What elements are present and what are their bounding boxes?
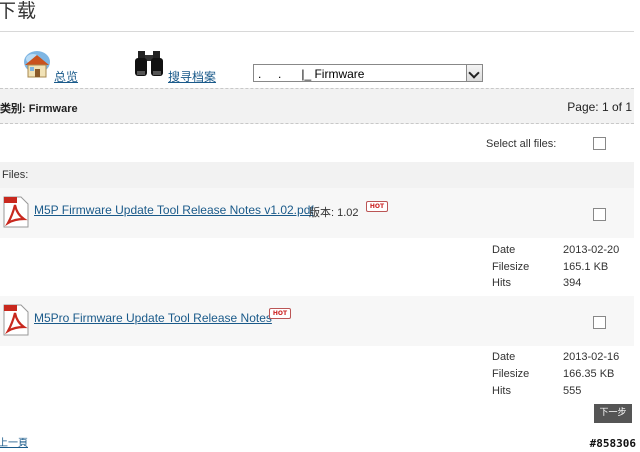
home-icon[interactable] xyxy=(19,48,53,80)
date-value: 2013-02-20 xyxy=(563,244,620,256)
file-link[interactable]: M5P Firmware Update Tool Release Notes v… xyxy=(34,203,314,217)
page-title: 下载 xyxy=(0,0,38,22)
page-indicator: Page: 1 of 1 xyxy=(567,100,632,114)
file-version: 版本: 1.02 xyxy=(309,207,359,219)
title-divider xyxy=(0,31,634,32)
filesize-label: Filesize xyxy=(492,261,530,273)
binoculars-icon[interactable] xyxy=(133,49,165,79)
pdf-icon xyxy=(3,304,29,336)
prev-page-link[interactable]: 上一頁 xyxy=(0,434,28,449)
hot-badge: HOT xyxy=(366,201,388,212)
filesize-value: 165.1 KB xyxy=(563,261,609,273)
files-header-bar xyxy=(0,162,634,188)
pdf-icon xyxy=(3,196,29,228)
select-all-checkbox[interactable] xyxy=(593,137,606,150)
hits-label: Hits xyxy=(492,385,511,397)
select-all-label: Select all files: xyxy=(486,138,557,150)
category-select[interactable]: . . |_ Firmware xyxy=(253,64,483,82)
hits-value: 555 xyxy=(563,385,582,397)
category-divider xyxy=(0,123,634,124)
chevron-down-icon[interactable] xyxy=(466,65,482,81)
hits-value: 394 xyxy=(563,277,582,289)
hot-badge: HOT xyxy=(269,308,291,319)
watermark: #858306 xyxy=(589,437,636,450)
date-label: Date xyxy=(492,244,516,256)
file-checkbox[interactable] xyxy=(593,208,606,221)
category-label: 类别: Firmware xyxy=(0,103,78,115)
search-files-link[interactable]: 搜寻档案 xyxy=(168,68,216,85)
files-header: Files: xyxy=(2,169,29,181)
file-checkbox[interactable] xyxy=(593,316,606,329)
category-select-value: . . |_ Firmware xyxy=(258,67,365,81)
hits-label: Hits xyxy=(492,277,511,289)
file-link[interactable]: M5Pro Firmware Update Tool Release Notes xyxy=(34,311,272,325)
date-value: 2013-02-16 xyxy=(563,351,620,363)
date-label: Date xyxy=(492,351,516,363)
next-page-button[interactable]: 下一步 xyxy=(594,404,632,423)
category-bar xyxy=(0,88,634,124)
filesize-label: Filesize xyxy=(492,368,530,380)
overview-link[interactable]: 总览 xyxy=(54,68,78,85)
filesize-value: 166.35 KB xyxy=(563,368,615,380)
